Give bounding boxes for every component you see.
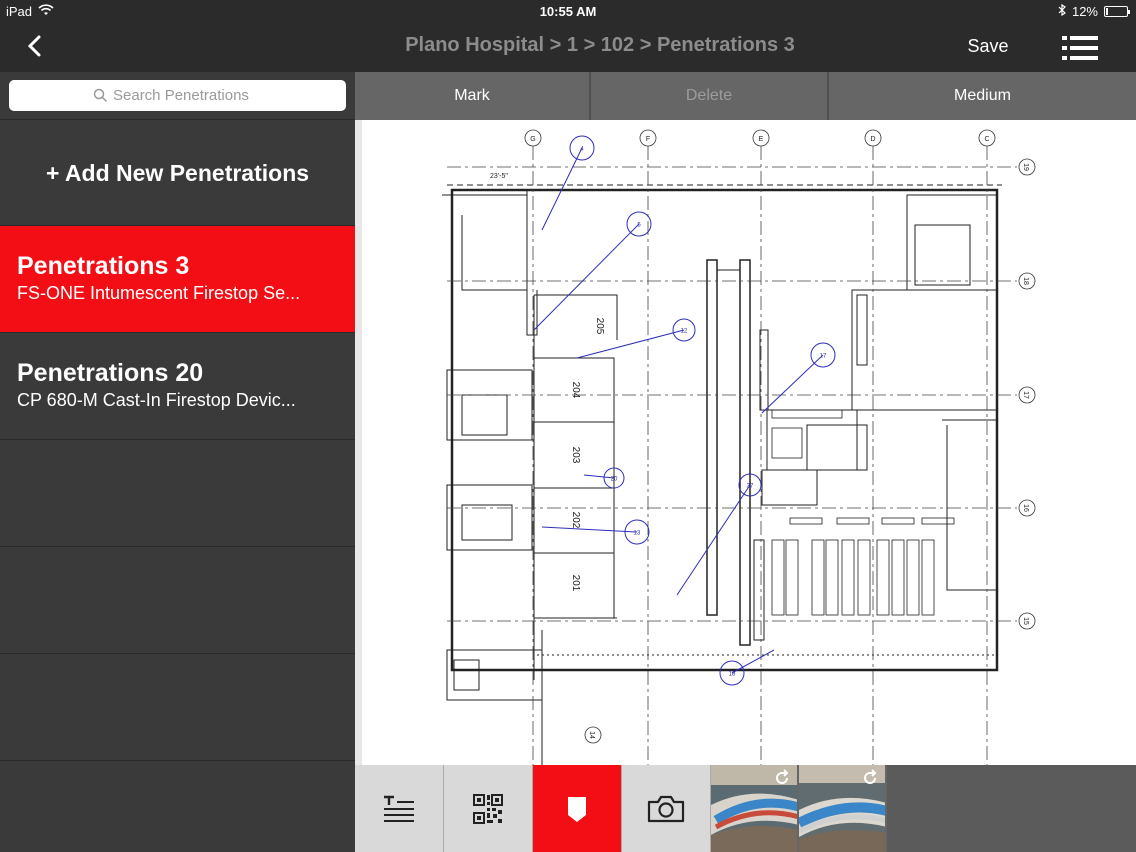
room-label: 205: [594, 318, 605, 335]
grid-label: 19: [1022, 163, 1029, 171]
qr-code-button[interactable]: [444, 765, 533, 852]
penetration-marker-label: 20: [611, 477, 618, 483]
grid-label: D: [870, 136, 875, 143]
penetration-list-item[interactable]: Penetrations 3 FS-ONE Intumescent Firest…: [0, 226, 355, 333]
camera-icon: [647, 795, 685, 822]
add-new-penetration-button[interactable]: + Add New Penetrations: [0, 120, 355, 226]
back-button[interactable]: [20, 32, 50, 62]
navigation-bar: Plano Hospital > 1 > 102 > Penetrations …: [0, 22, 1136, 72]
refresh-icon[interactable]: [861, 769, 879, 787]
search-bar: [0, 72, 355, 120]
photo-thumbnail[interactable]: [711, 765, 799, 852]
penetration-marker-label: 13: [634, 531, 641, 537]
list-item-title: Penetrations 3: [17, 252, 190, 280]
penetration-marker-label: 4: [580, 147, 584, 153]
floor-plan-viewer[interactable]: G F E D C 19 18 17 16 15 14 205 204 203 202 201 23'-5"…: [355, 120, 1136, 765]
save-button[interactable]: Save: [950, 36, 1026, 57]
grid-label: E: [759, 136, 764, 143]
list-item-title: Penetrations 20: [17, 359, 204, 387]
floor-plan-sheet[interactable]: G F E D C 19 18 17 16 15 14 205 204 203 202 201 23'-5"…: [362, 120, 1136, 765]
penetration-marker-label: 37: [747, 484, 754, 490]
bluetooth-icon: [1058, 3, 1066, 19]
status-time: 10:55 AM: [539, 4, 597, 19]
photo-thumbnail[interactable]: [799, 765, 887, 852]
search-icon: [93, 88, 108, 103]
search-box[interactable]: [9, 80, 346, 111]
size-medium-button[interactable]: Medium: [829, 72, 1136, 120]
menu-button[interactable]: [1060, 34, 1100, 62]
qr-code-icon: [473, 793, 503, 824]
grid-label: 16: [1022, 504, 1029, 512]
grid-label: 14: [588, 731, 595, 739]
penetration-marker-label: 17: [820, 354, 827, 360]
empty-list-row: [0, 440, 355, 547]
delete-button[interactable]: Delete: [591, 72, 829, 120]
penetration-list-item[interactable]: Penetrations 20 CP 680-M Cast-In Firesto…: [0, 333, 355, 440]
battery-percent: 12%: [1071, 4, 1098, 19]
battery-icon: [1104, 6, 1130, 17]
refresh-icon[interactable]: [773, 769, 791, 787]
text-list-icon: [384, 795, 414, 822]
empty-list-row: [0, 654, 355, 761]
list-item-subtitle: FS-ONE Intumescent Firestop Se...: [17, 283, 301, 303]
grid-label: F: [646, 136, 650, 143]
mark-button[interactable]: Mark: [355, 72, 591, 120]
penetration-marker-label: 5: [637, 223, 641, 229]
sidebar: + Add New Penetrations Penetrations 3 FS…: [0, 72, 355, 852]
drawing-toolbar: Mark Delete Medium: [355, 72, 1136, 120]
dimension-text: 23'-5": [490, 173, 508, 180]
penetration-marker-label: 12: [681, 329, 688, 335]
room-label: 203: [570, 447, 581, 464]
floor-plan-drawing: G F E D C191817161514 205204203202201 23'-5"…: [442, 129, 1036, 765]
penetration-marker-label: 18: [729, 672, 736, 678]
grid-label: C: [984, 136, 989, 143]
list-menu-icon: [1062, 36, 1098, 60]
grid-label: G: [530, 136, 535, 143]
list-item-subtitle: CP 680-M Cast-In Firestop Devic...: [17, 390, 296, 410]
empty-list-row: [0, 547, 355, 654]
app-root: iPad 10:55 AM 12% Plano Hospital > 1 > 1…: [0, 0, 1136, 852]
bottom-toolbar: [355, 765, 1136, 852]
search-input[interactable]: [113, 85, 333, 106]
room-label: 202: [570, 512, 581, 529]
grid-label: 18: [1022, 277, 1029, 285]
camera-button[interactable]: [622, 765, 711, 852]
marker-button[interactable]: [533, 765, 622, 852]
grid-label: 15: [1022, 617, 1029, 625]
status-bar: iPad 10:55 AM 12%: [0, 0, 1136, 22]
page-title: Plano Hospital > 1 > 102 > Penetrations …: [405, 34, 795, 56]
room-label: 201: [570, 575, 581, 592]
marker-icon: [568, 796, 586, 822]
details-list-button[interactable]: [355, 765, 444, 852]
room-label: 204: [570, 382, 581, 399]
chevron-left-icon: [27, 35, 41, 57]
grid-label: 17: [1022, 391, 1029, 399]
